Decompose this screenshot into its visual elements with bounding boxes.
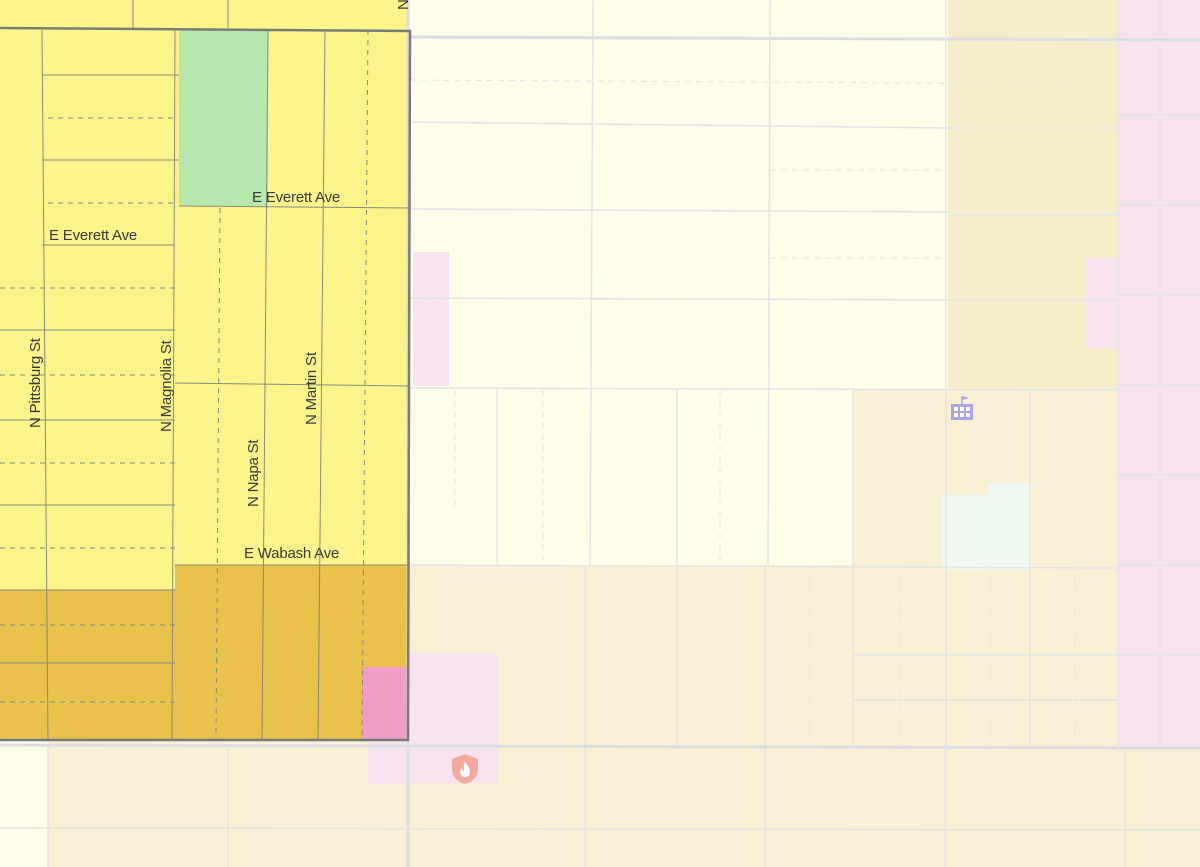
map-canvas[interactable]: E Everett Ave E Everett Ave E Wabash Ave… [0,0,1200,867]
pink-zone-east-strip [1118,0,1200,750]
cream-zone-middle [410,390,853,565]
street-label-n-magnolia-st: N Magnolia St [158,340,175,432]
pink-zone-east-small [1086,258,1120,348]
gold-zone [0,565,408,740]
street-label-n-napa-st: N Napa St [245,439,262,507]
pink-commercial-zone [362,667,408,741]
green-park-zone [179,30,268,206]
street-label-e-wabash-ave: E Wabash Ave [244,545,340,562]
mint-zone-school-grounds [942,483,1032,570]
street-label-n-pittsburg-st: N Pittsburg St [27,338,44,428]
street-label-n-martin-st: N Martin St [303,352,320,425]
street-label-e-everett-ave-upper: E Everett Ave [252,189,341,206]
pink-zone-fire-station-west [368,742,410,784]
pink-zone-west-small [413,252,449,386]
cream-zone-southwest [0,740,48,867]
street-label-e-everett-ave-lower: E Everett Ave [49,227,138,244]
map-tiles [0,0,1200,867]
street-label-clipped-top: N [395,0,412,10]
cream-zone-north [410,0,950,390]
